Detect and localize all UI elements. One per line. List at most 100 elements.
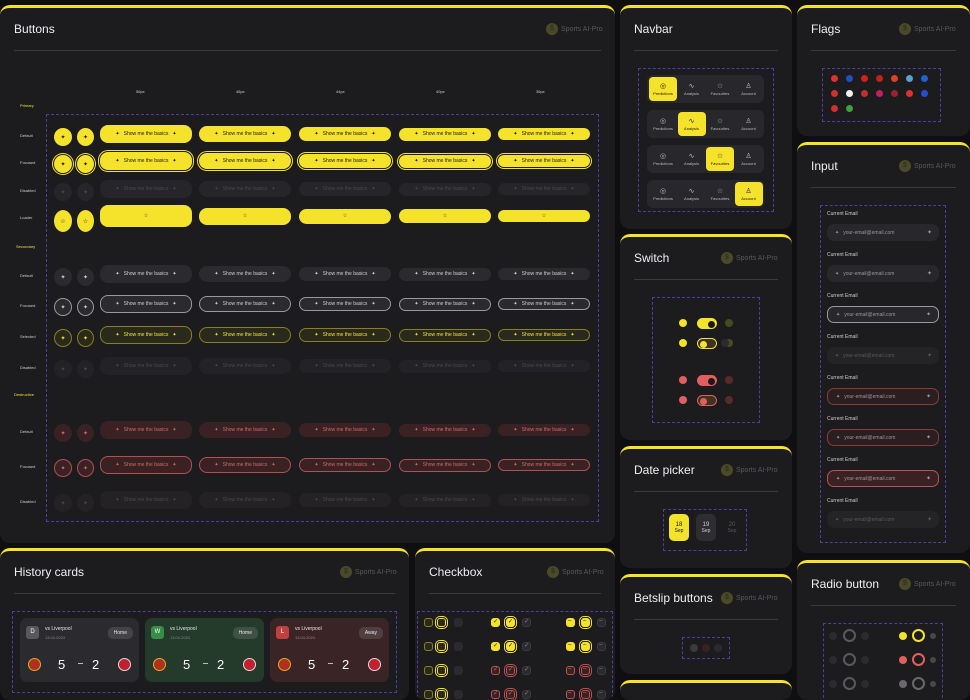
- show-basics-button[interactable]: ☆: [299, 208, 391, 224]
- radio-dot[interactable]: [930, 681, 936, 687]
- show-basics-button[interactable]: ✦ Show me the basics ✦: [299, 182, 391, 196]
- toggle[interactable]: [697, 395, 717, 406]
- checkbox[interactable]: ✓: [522, 666, 531, 675]
- checkbox[interactable]: [454, 666, 463, 675]
- show-basics-button[interactable]: ☆: [399, 209, 491, 223]
- checkbox[interactable]: ✓: [506, 618, 515, 627]
- show-basics-button[interactable]: ☆: [100, 205, 192, 227]
- show-basics-button[interactable]: ✦ Show me the basics ✦: [100, 326, 192, 344]
- nav-item-account[interactable]: ♙ Account: [735, 77, 763, 101]
- checkbox[interactable]: –: [566, 690, 575, 699]
- email-input[interactable]: ✦ your-email@email.com ✦: [827, 470, 939, 487]
- show-basics-button[interactable]: ✦ Show me the basics ✦: [399, 267, 491, 281]
- icon-button[interactable]: ✦: [77, 424, 94, 442]
- show-basics-button[interactable]: ✦ Show me the basics ✦: [399, 154, 491, 168]
- radio-dot[interactable]: [861, 656, 869, 664]
- checkbox[interactable]: [424, 666, 433, 675]
- show-basics-button[interactable]: ✦ Show me the basics ✦: [299, 297, 391, 311]
- betslip-button[interactable]: [690, 644, 698, 652]
- checkbox[interactable]: –: [597, 690, 606, 699]
- nav-item-predictions[interactable]: ◎ Predictions: [649, 182, 677, 206]
- show-basics-button[interactable]: ✦ Show me the basics ✦: [199, 457, 291, 473]
- show-basics-button[interactable]: ✦ Show me the basics ✦: [299, 127, 391, 141]
- radio-dot[interactable]: [861, 632, 869, 640]
- checkbox[interactable]: ✓: [491, 690, 500, 699]
- icon-button[interactable]: ✦: [54, 128, 72, 146]
- checkbox[interactable]: ✓: [506, 666, 515, 675]
- checkbox[interactable]: ✓: [491, 666, 500, 675]
- radio-dot[interactable]: [899, 680, 907, 688]
- show-basics-button[interactable]: ✦ Show me the basics ✦: [199, 296, 291, 312]
- checkbox[interactable]: –: [581, 690, 590, 699]
- checkbox[interactable]: ✓: [506, 690, 515, 699]
- radio-button[interactable]: [843, 677, 856, 690]
- toggle[interactable]: [697, 375, 717, 386]
- icon-button[interactable]: ✦: [54, 329, 72, 347]
- checkbox[interactable]: –: [597, 642, 606, 651]
- nav-item-favourites[interactable]: ☆ Favourites: [706, 77, 734, 101]
- toggle[interactable]: [697, 318, 717, 329]
- icon-button[interactable]: ☆: [77, 210, 94, 232]
- radio-dot[interactable]: [829, 680, 837, 688]
- show-basics-button[interactable]: ✦ Show me the basics ✦: [199, 266, 291, 282]
- show-basics-button[interactable]: ✦ Show me the basics ✦: [100, 357, 192, 375]
- show-basics-button[interactable]: ✦ Show me the basics ✦: [498, 494, 590, 506]
- show-basics-button[interactable]: ✦ Show me the basics ✦: [399, 458, 491, 472]
- show-basics-button[interactable]: ✦ Show me the basics ✦: [299, 458, 391, 472]
- checkbox[interactable]: –: [566, 666, 575, 675]
- show-basics-button[interactable]: ✦ Show me the basics ✦: [498, 183, 590, 195]
- radio-button-selected[interactable]: [912, 629, 925, 642]
- nav-item-account[interactable]: ♙ Account: [735, 147, 763, 171]
- show-basics-button[interactable]: ✦ Show me the basics ✦: [498, 128, 590, 140]
- icon-button[interactable]: ✦: [77, 268, 94, 286]
- date-item-selected[interactable]: 18 Sep: [669, 514, 689, 541]
- nav-item-analysis[interactable]: ∿ Analysis: [678, 182, 706, 206]
- checkbox[interactable]: ✓: [522, 690, 531, 699]
- switch-dot[interactable]: [679, 376, 687, 384]
- show-basics-button[interactable]: ✦ Show me the basics ✦: [299, 267, 391, 281]
- history-card[interactable]: Dvs Liverpool 13.04.2024 Home 5 2: [20, 618, 139, 682]
- checkbox[interactable]: [424, 618, 433, 627]
- checkbox[interactable]: [424, 642, 433, 651]
- nav-item-favourites[interactable]: ☆ Favourites: [706, 112, 734, 136]
- show-basics-button[interactable]: ✦ Show me the basics ✦: [399, 297, 491, 311]
- email-input[interactable]: ✦ your-email@email.com ✦: [827, 388, 939, 405]
- checkbox[interactable]: ✓: [491, 642, 500, 651]
- show-basics-button[interactable]: ✦ Show me the basics ✦: [399, 423, 491, 437]
- icon-button[interactable]: ✦: [77, 128, 94, 146]
- show-basics-button[interactable]: ✦ Show me the basics ✦: [100, 295, 192, 313]
- show-basics-button[interactable]: ✦ Show me the basics ✦: [199, 153, 291, 169]
- icon-button[interactable]: ✦: [54, 360, 72, 378]
- icon-button[interactable]: ✦: [54, 183, 72, 201]
- toggle[interactable]: [697, 338, 717, 349]
- history-card[interactable]: Wvs Liverpool 13.04.2024 Home 5 2: [145, 618, 264, 682]
- date-item[interactable]: 19 Sep: [696, 514, 716, 541]
- show-basics-button[interactable]: ✦ Show me the basics ✦: [299, 493, 391, 507]
- radio-dot[interactable]: [899, 632, 907, 640]
- history-card[interactable]: Lvs Liverpool 13.04.2024 Away 5 2: [270, 618, 389, 682]
- nav-item-predictions[interactable]: ◎ Predictions: [649, 77, 677, 101]
- show-basics-button[interactable]: ✦ Show me the basics ✦: [399, 127, 491, 141]
- show-basics-button[interactable]: ✦ Show me the basics ✦: [199, 126, 291, 142]
- checkbox[interactable]: –: [566, 618, 575, 627]
- show-basics-button[interactable]: ✦ Show me the basics ✦: [100, 265, 192, 283]
- radio-dot[interactable]: [829, 632, 837, 640]
- checkbox[interactable]: ✓: [491, 618, 500, 627]
- icon-button[interactable]: ✦: [54, 494, 72, 512]
- switch-dot[interactable]: [679, 396, 687, 404]
- radio-dot[interactable]: [899, 656, 907, 664]
- switch-dot[interactable]: [679, 319, 687, 327]
- show-basics-button[interactable]: ✦ Show me the basics ✦: [299, 328, 391, 342]
- show-basics-button[interactable]: ✦ Show me the basics ✦: [399, 359, 491, 373]
- email-input[interactable]: ✦ your-email@email.com ✦: [827, 306, 939, 323]
- nav-item-account[interactable]: ♙ Account: [734, 182, 763, 206]
- show-basics-button[interactable]: ✦ Show me the basics ✦: [100, 491, 192, 509]
- nav-item-predictions[interactable]: ◎ Predictions: [649, 147, 677, 171]
- nav-item-favourites[interactable]: ☆ Favourites: [706, 182, 734, 206]
- date-item[interactable]: 20 Sep: [722, 514, 742, 541]
- checkbox[interactable]: –: [581, 642, 590, 651]
- checkbox[interactable]: –: [566, 642, 575, 651]
- show-basics-button[interactable]: ✦ Show me the basics ✦: [498, 424, 590, 436]
- checkbox[interactable]: [437, 690, 446, 699]
- checkbox[interactable]: [437, 666, 446, 675]
